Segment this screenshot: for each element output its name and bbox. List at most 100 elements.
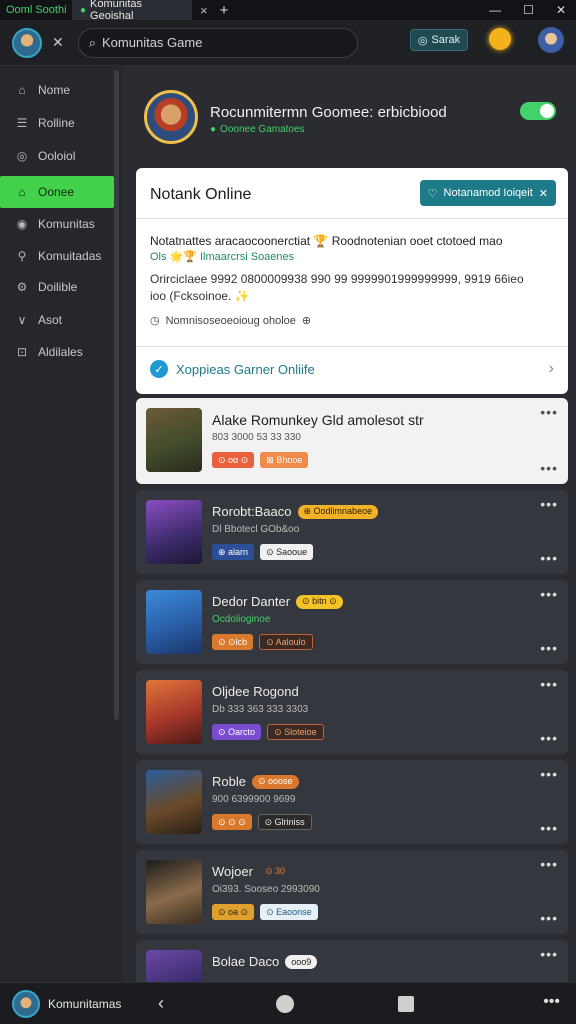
game-title-text: Roble <box>212 774 246 789</box>
sidebar-item-asot[interactable]: ∨ Asot <box>0 304 114 336</box>
card-text-line: ioo (Fcksoinoe. ✨ <box>150 289 250 303</box>
game-thumbnail <box>146 680 202 744</box>
badge-label: Notanamod Ioiqeit <box>443 187 533 199</box>
game-title: Alake Romunkey Gld amolesot str <box>212 412 424 428</box>
clock-icon: ◷ <box>150 315 160 327</box>
settings-icon: ⚙ <box>16 280 28 294</box>
recent-apps-icon[interactable] <box>398 996 414 1012</box>
list-item[interactable]: Oljdee Rogond Db 333 363 333 3303 ⊙ Oarc… <box>136 670 568 754</box>
list-item[interactable]: Roble ⊙ ooose 900 6399900 9699 ⊙ ⊙ ⊙ ⊙ Gl… <box>136 760 568 844</box>
card-footer-link[interactable]: ✓ Xoppieas Garner Onliife <box>150 360 315 378</box>
check-icon: ∨ <box>17 313 27 327</box>
sidebar-item-label: Nome <box>38 83 71 97</box>
game-pill: ⊕ Oodlimnabeoe <box>297 504 379 519</box>
sidebar-item-rolline[interactable]: ☰ Rolline <box>0 107 114 139</box>
game-tag[interactable]: ⊠ Bhooe <box>260 452 309 468</box>
profile-avatar[interactable] <box>538 27 564 53</box>
game-tag[interactable]: ⊙ Saooue <box>260 544 314 560</box>
close-icon[interactable]: ✕ <box>52 34 64 51</box>
online-toggle[interactable] <box>520 102 556 120</box>
status-card: Notank Online ♡ Notanamod Ioiqeit ✕ Nota… <box>136 168 568 394</box>
more-options-icon[interactable]: ••• <box>540 496 558 512</box>
game-title-text: Alake Romunkey Gld amolesot str <box>212 412 424 428</box>
more-options-icon[interactable]: ••• <box>540 640 558 656</box>
more-options-icon[interactable]: ••• <box>540 460 558 476</box>
tab-komunitas[interactable]: ● Komunitas Geoishal <box>72 0 192 22</box>
game-tag[interactable]: ⊙ oα ⊙ <box>212 452 255 468</box>
more-options-icon[interactable]: ••• <box>540 766 558 782</box>
game-title-text: Bolae Daco <box>212 954 280 969</box>
game-title: Rorobt:Baaco ⊕ Oodlimnabeoe <box>212 504 379 519</box>
game-tag[interactable]: ⊙ ⊙lcb <box>212 634 254 650</box>
game-tag[interactable]: ⊙ Sloteioe <box>267 724 324 740</box>
sidebar-item-komunitas[interactable]: ◉ Komunitas <box>0 208 114 240</box>
more-options-icon[interactable]: ••• <box>540 820 558 836</box>
more-options-icon[interactable]: ••• <box>540 946 558 962</box>
game-tags: ⊙ oa ⊙ ⊙ Eaoonse <box>212 904 318 920</box>
tab-close-icon[interactable]: × <box>200 3 208 18</box>
maximize-icon[interactable]: ☐ <box>523 3 534 17</box>
card-badge-button[interactable]: ♡ Notanamod Ioiqeit ✕ <box>419 180 556 206</box>
home-icon: ⌂ <box>18 83 26 97</box>
game-tags: ⊙ oα ⊙ ⊠ Bhooe <box>212 452 309 468</box>
bottom-label: Komunitamas <box>48 996 122 1011</box>
profile-avatar-large[interactable] <box>144 90 198 144</box>
back-icon[interactable]: ‹ <box>158 993 164 1014</box>
game-tag[interactable]: ⊙ ⊙ ⊙ <box>212 814 252 830</box>
chevron-right-icon[interactable]: › <box>549 360 554 378</box>
list-item[interactable]: Wojoer ⊙ 30 Oi393. Sooseo 2993090 ⊙ oa ⊙ … <box>136 850 568 934</box>
search-button-label: Sarak <box>431 34 461 46</box>
search-button[interactable]: ◎ Sarak <box>410 29 468 51</box>
more-options-icon[interactable]: ••• <box>540 550 558 566</box>
game-title-text: Dedor Danter <box>212 594 291 609</box>
list-item[interactable]: Dedor Danter ⊙ bitn ⊙ Ocdolioginoe ⊙ ⊙lcb… <box>136 580 568 664</box>
bottom-avatar[interactable] <box>12 989 40 1018</box>
game-pill: ⊙ ooose <box>251 774 299 789</box>
sidebar-item-home[interactable]: ⌂ Nome <box>0 74 114 106</box>
more-options-icon[interactable]: ••• <box>540 676 558 692</box>
notification-icon[interactable] <box>489 28 511 50</box>
sidebar-item-label: Ooloiol <box>38 149 76 163</box>
game-pill: ooo9 <box>285 954 318 969</box>
game-pill: ⊙ 30 <box>264 866 286 876</box>
list-item[interactable]: Bolae Daco ooo9 ••• <box>136 940 568 982</box>
list-item[interactable]: Alake Romunkey Gld amolesot str 803 3000… <box>136 398 568 484</box>
game-tag[interactable]: ⊕ alarn <box>212 544 255 560</box>
game-tag[interactable]: ⊙ oa ⊙ <box>212 904 255 920</box>
more-options-icon[interactable]: ••• <box>540 730 558 746</box>
badge-close-icon[interactable]: ✕ <box>539 187 548 200</box>
minimize-icon[interactable]: — <box>489 3 501 17</box>
game-tag[interactable]: ⊙ Eaoonse <box>260 904 318 920</box>
list-item[interactable]: Rorobt:Baaco ⊕ Oodlimnabeoe Dl Bbotecl GO… <box>136 490 568 574</box>
game-thumbnail <box>146 950 202 982</box>
sidebar-item-oonee[interactable]: ⌂ Oonee <box>0 176 114 208</box>
card-info-text: Nomnisoseoeoioug oholoe <box>165 314 296 327</box>
tab-ooml[interactable]: Ooml Soothi <box>0 4 72 16</box>
sidebar-item-label: Komuitadas <box>38 249 102 263</box>
new-tab-icon[interactable]: + <box>220 2 229 19</box>
game-title: Dedor Danter ⊙ bitn ⊙ <box>212 594 343 609</box>
sidebar-scrollbar[interactable] <box>114 70 119 720</box>
sidebar-item-komuitadas[interactable]: ⚲ Komuitadas <box>0 240 114 272</box>
more-options-icon[interactable]: ••• <box>543 993 560 1011</box>
home-circle-icon[interactable] <box>276 995 294 1013</box>
more-options-icon[interactable]: ••• <box>540 404 558 420</box>
sidebar-item-doilible[interactable]: ⚙ Doilible <box>0 271 114 303</box>
add-icon[interactable]: ⊕ <box>302 314 311 327</box>
game-tag[interactable]: ⊙ Glriniss <box>257 814 312 830</box>
sidebar-item-label: Oonee <box>38 185 75 199</box>
divider <box>136 346 568 347</box>
user-avatar[interactable] <box>12 27 42 58</box>
game-tag[interactable]: ⊙ Aaloulo <box>259 634 313 650</box>
sidebar-item-ooloiol[interactable]: ◎ Ooloiol <box>0 140 114 172</box>
more-options-icon[interactable]: ••• <box>540 856 558 872</box>
game-subtitle: Dl Bbotecl GOb&oo <box>212 524 300 535</box>
more-options-icon[interactable]: ••• <box>540 910 558 926</box>
more-options-icon[interactable]: ••• <box>540 586 558 602</box>
tab-bar: Ooml Soothi ● Komunitas Geoishal × + — ☐… <box>0 0 576 22</box>
sidebar-item-aldilales[interactable]: ⊡ Aldilales <box>0 336 114 368</box>
close-window-icon[interactable]: ✕ <box>556 3 566 17</box>
game-icon: ⌂ <box>18 185 26 199</box>
game-tag[interactable]: ⊙ Oarcto <box>212 724 262 740</box>
search-input[interactable]: ⌕ Komunitas Game <box>77 27 358 58</box>
